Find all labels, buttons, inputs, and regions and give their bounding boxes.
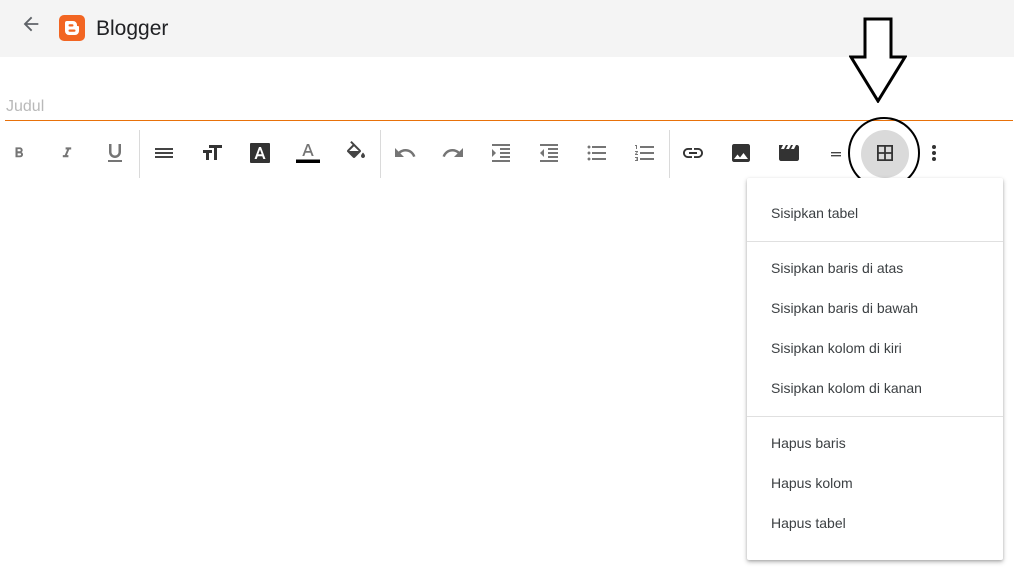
toolbar-divider: [139, 130, 140, 178]
blogger-logo-icon: [59, 15, 85, 41]
menu-insert-column-right[interactable]: Sisipkan kolom di kanan: [747, 368, 1003, 408]
image-icon: [729, 141, 753, 165]
font-size-button[interactable]: [192, 133, 232, 173]
table-menu: Sisipkan tabel Sisipkan baris di atas Si…: [747, 178, 1003, 560]
video-button[interactable]: [769, 133, 809, 173]
text-format-icon: [248, 141, 272, 165]
menu-insert-row-below[interactable]: Sisipkan baris di bawah: [747, 288, 1003, 328]
underline-icon: [103, 141, 127, 165]
indent-button[interactable]: [481, 133, 521, 173]
toolbar-divider: [669, 130, 670, 178]
menu-delete-column[interactable]: Hapus kolom: [747, 463, 1003, 503]
menu-delete-row[interactable]: Hapus baris: [747, 423, 1003, 463]
menu-divider: [747, 416, 1003, 417]
text-color-icon: [295, 140, 321, 166]
undo-button[interactable]: [385, 133, 425, 173]
menu-insert-column-left[interactable]: Sisipkan kolom di kiri: [747, 328, 1003, 368]
divider-icon: [824, 141, 848, 165]
back-button[interactable]: [17, 12, 45, 40]
font-size-icon: [200, 141, 224, 165]
italic-icon: [55, 141, 79, 165]
undo-icon: [393, 141, 417, 165]
bulleted-list-icon: [585, 141, 609, 165]
arrow-back-icon: [20, 13, 42, 40]
image-button[interactable]: [721, 133, 761, 173]
app-title: Blogger: [96, 17, 169, 40]
highlight-color-button[interactable]: [336, 133, 376, 173]
video-icon: [777, 141, 801, 165]
underline-button[interactable]: [95, 133, 135, 173]
menu-divider: [747, 241, 1003, 242]
bulleted-list-button[interactable]: [577, 133, 617, 173]
link-button[interactable]: [673, 133, 713, 173]
indent-icon: [489, 141, 513, 165]
toolbar-divider: [380, 130, 381, 178]
numbered-list-button[interactable]: [625, 133, 665, 173]
more-icon: [922, 141, 946, 165]
bold-button[interactable]: [0, 133, 39, 173]
text-color-button[interactable]: [288, 133, 328, 173]
numbered-list-icon: [633, 141, 657, 165]
menu-insert-table[interactable]: Sisipkan tabel: [747, 193, 1003, 233]
align-icon: [152, 141, 176, 165]
more-options-button[interactable]: [914, 133, 954, 173]
outdent-button[interactable]: [529, 133, 569, 173]
redo-icon: [441, 141, 465, 165]
highlight-color-icon: [344, 141, 368, 165]
down-arrow-annotation: [848, 17, 908, 108]
align-button[interactable]: [144, 133, 184, 173]
menu-insert-row-above[interactable]: Sisipkan baris di atas: [747, 248, 1003, 288]
text-format-button[interactable]: [240, 133, 280, 173]
outdent-icon: [537, 141, 561, 165]
bold-icon: [7, 141, 31, 165]
link-icon: [681, 141, 705, 165]
menu-delete-table[interactable]: Hapus tabel: [747, 503, 1003, 543]
redo-button[interactable]: [433, 133, 473, 173]
italic-button[interactable]: [47, 133, 87, 173]
